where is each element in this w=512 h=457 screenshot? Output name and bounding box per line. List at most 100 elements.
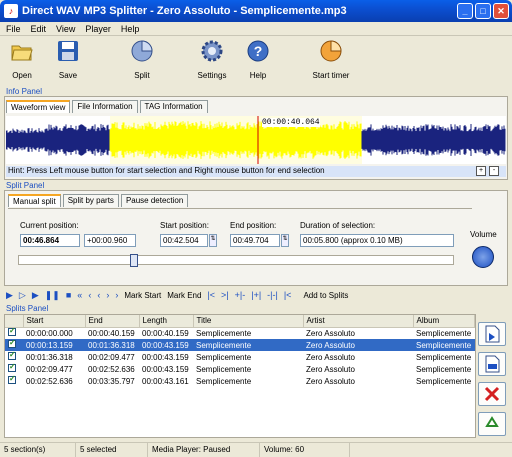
tab-tag-information[interactable]: TAG Information	[139, 100, 208, 113]
forward-icon[interactable]: ›	[115, 290, 118, 300]
cell-artist: Zero Assoluto	[306, 352, 355, 362]
current-position-field[interactable]: 00:46.864	[20, 234, 80, 247]
shrink-selection-icon[interactable]: -|-|	[267, 290, 278, 300]
zoom-out-icon[interactable]: -	[489, 166, 499, 176]
current-offset-field[interactable]: +00:00.960	[84, 234, 136, 247]
start-timer-button[interactable]: Start timer	[306, 39, 356, 80]
col-album[interactable]: Album	[413, 315, 475, 328]
end-position-field[interactable]: 00:49.704	[230, 234, 280, 247]
table-row[interactable]: 00:00:00.000 00:00:40.159 00:00:40.159 Semp…	[5, 327, 475, 339]
current-position-label: Current position:	[20, 221, 79, 230]
stop-icon[interactable]: ■	[66, 290, 71, 300]
status-selected: 5 selected	[76, 443, 148, 457]
duration-label: Duration of selection:	[300, 221, 376, 230]
minimize-button[interactable]: _	[457, 3, 473, 19]
end-spin-icon[interactable]: ⇅	[281, 234, 289, 247]
expand-selection-icon[interactable]: +|-	[235, 290, 246, 300]
step-forward-icon[interactable]: ›	[106, 290, 109, 300]
open-folder-icon	[10, 39, 34, 63]
jump-icon[interactable]: |<	[284, 290, 292, 300]
menu-file[interactable]: File	[6, 24, 21, 34]
cell-album: Semplicemente	[416, 328, 472, 338]
open-button[interactable]: Open	[0, 39, 47, 80]
table-row[interactable]: 00:02:52.636 00:03:35.797 00:00:43.161 Semp…	[5, 375, 475, 387]
tab-file-information[interactable]: File Information	[72, 100, 138, 113]
start-spin-icon[interactable]: ⇅	[209, 234, 217, 247]
volume-knob[interactable]	[472, 246, 494, 268]
table-row[interactable]: 00:02:09.477 00:02:52.636 00:00:43.159 Semp…	[5, 363, 475, 375]
cell-check	[5, 339, 23, 351]
split-button[interactable]: Split	[117, 39, 167, 80]
timer-pie-icon	[319, 39, 343, 63]
cell-end: 00:02:52.636	[88, 364, 135, 374]
row-checkbox[interactable]	[8, 339, 16, 348]
row-checkbox[interactable]	[8, 363, 16, 372]
pause-icon[interactable]: ❚❚	[45, 290, 60, 301]
col-title[interactable]: Title	[193, 315, 304, 328]
go-start-icon[interactable]: |<	[207, 290, 215, 300]
table-row[interactable]: 00:01:36.318 00:02:09.477 00:00:43.159 Semp…	[5, 351, 475, 363]
save-button[interactable]: Save	[43, 39, 93, 80]
cell-album: Semplicemente	[416, 376, 472, 386]
add-to-splits-button[interactable]: Add to Splits	[303, 291, 348, 300]
cell-title: Semplicemente	[196, 352, 252, 362]
play-icon[interactable]: ▶	[6, 290, 13, 301]
play-selection-icon[interactable]: ▷	[19, 290, 26, 301]
mark-start-button[interactable]: Mark Start	[124, 291, 161, 300]
cell-length: 00:00:43.159	[139, 339, 193, 351]
tab-pause-detection[interactable]: Pause detection	[120, 194, 189, 207]
start-timer-label: Start timer	[312, 71, 350, 80]
table-row[interactable]: 00:00:13.15900:01:36.31800:00:43.159Semp…	[5, 339, 475, 351]
col-check[interactable]	[5, 315, 24, 328]
cell-check	[5, 351, 23, 363]
tab-manual-split[interactable]: Manual split	[8, 194, 61, 207]
zoom-in-icon[interactable]: +	[476, 166, 486, 176]
cell-start: 00:02:09.477	[26, 364, 73, 374]
cell-title: Semplicemente	[196, 376, 252, 386]
go-end-icon[interactable]: >|	[221, 290, 229, 300]
split-tab-divider	[8, 208, 472, 209]
row-checkbox[interactable]	[8, 351, 16, 360]
rewind-fast-icon[interactable]: «	[77, 290, 82, 300]
cell-album: Semplicemente	[416, 364, 472, 374]
fit-selection-icon[interactable]: |+|	[251, 290, 261, 300]
row-checkbox[interactable]	[8, 375, 16, 384]
delete-split-button[interactable]	[478, 382, 506, 406]
menu-edit[interactable]: Edit	[31, 24, 47, 34]
start-position-field[interactable]: 00:42.504	[160, 234, 208, 247]
help-question-icon: ?	[246, 39, 270, 63]
recycle-button[interactable]	[478, 412, 506, 436]
maximize-button[interactable]: □	[475, 3, 491, 19]
row-checkbox[interactable]	[8, 327, 16, 337]
split-label: Split	[134, 71, 150, 80]
play-loop-icon[interactable]: ▶	[32, 290, 39, 301]
col-start[interactable]: Start	[23, 315, 86, 328]
close-button[interactable]: ✕	[493, 3, 509, 19]
splits-table-container: Start End Length Title Artist Album 00:0…	[4, 314, 476, 438]
cell-artist: Zero Assoluto	[303, 339, 413, 351]
settings-button[interactable]: Settings	[187, 39, 237, 80]
add-split-button[interactable]	[478, 322, 506, 346]
cell-length: 00:00:43.161	[142, 376, 189, 386]
position-slider-thumb[interactable]	[130, 254, 138, 267]
col-artist[interactable]: Artist	[303, 315, 414, 328]
rewind-icon[interactable]: ‹	[88, 290, 91, 300]
col-end[interactable]: End	[85, 315, 140, 328]
window-controls: _ □ ✕	[457, 3, 509, 19]
col-length[interactable]: Length	[139, 315, 194, 328]
waveform-view[interactable]: 00:00:40.064	[6, 116, 506, 164]
position-track[interactable]	[18, 254, 454, 267]
menu-help[interactable]: Help	[121, 24, 140, 34]
tab-split-by-parts[interactable]: Split by parts	[62, 194, 119, 207]
menu-player[interactable]: Player	[85, 24, 111, 34]
menu-view[interactable]: View	[56, 24, 75, 34]
help-button[interactable]: ? Help	[233, 39, 283, 80]
cursor-time: 00:00:40.064	[262, 118, 320, 127]
help-label: Help	[249, 71, 267, 80]
export-split-button[interactable]	[478, 352, 506, 376]
info-tabs: Waveform view File Information TAG Infor…	[6, 100, 210, 113]
tab-waveform-view[interactable]: Waveform view	[6, 100, 71, 113]
mark-end-button[interactable]: Mark End	[167, 291, 201, 300]
step-back-icon[interactable]: ‹	[97, 290, 100, 300]
waveform-graph	[6, 116, 506, 164]
